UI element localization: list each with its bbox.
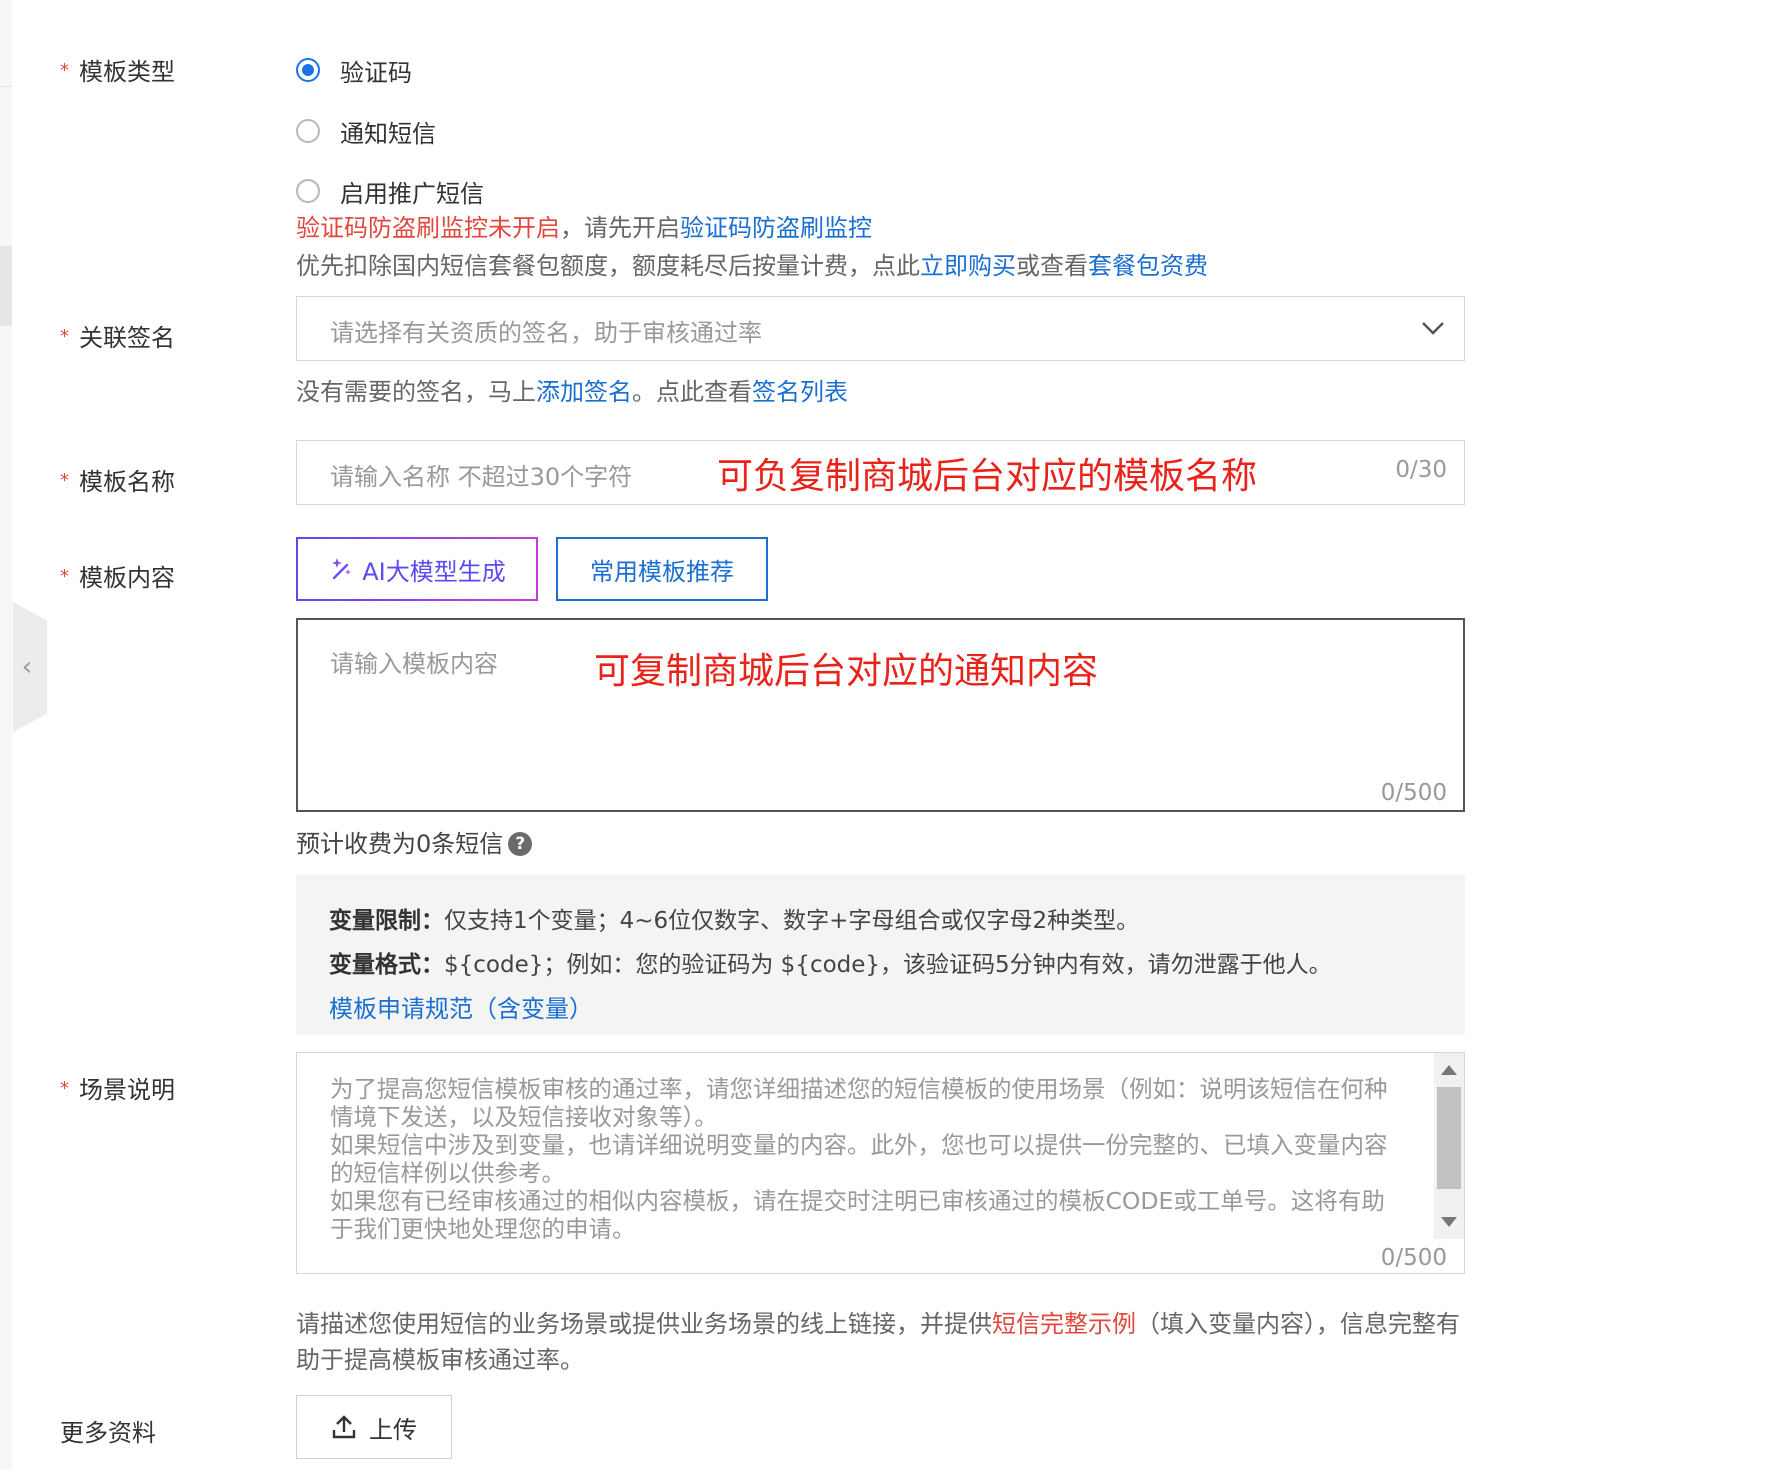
recommend-template-button[interactable]: 常用模板推荐 [556, 537, 768, 601]
sparkle-icon [332, 558, 352, 580]
signature-list-link[interactable]: 签名列表 [752, 378, 848, 406]
radio-unchecked-icon [296, 119, 320, 143]
signature-label: * 关联签名 [60, 324, 175, 352]
template-name-input[interactable]: 请输入名称 不超过30个字符 可负复制商城后台对应的模板名称 0/30 [296, 440, 1465, 505]
template-name-counter: 0/30 [1395, 457, 1447, 483]
anti-fraud-warning: 验证码防盗刷监控未开启，请先开启验证码防盗刷监控 [296, 214, 872, 242]
signature-hint: 没有需要的签名，马上添加签名。点此查看签名列表 [296, 378, 848, 406]
fee-estimate: 预计收费为0条短信 ? [296, 826, 533, 862]
enable-monitoring-link[interactable]: 验证码防盗刷监控 [680, 214, 872, 242]
scene-counter: 0/500 [1380, 1245, 1447, 1271]
template-type-radio-group: 验证码 通知短信 启用推广短信 [296, 50, 484, 211]
upload-button[interactable]: 上传 [296, 1395, 452, 1459]
template-content-textarea[interactable]: 请输入模板内容 可复制商城后台对应的通知内容 0/500 [296, 618, 1465, 812]
template-spec-link[interactable]: 模板申请规范（含变量） [329, 995, 593, 1023]
annotation-template-content: 可复制商城后台对应的通知内容 [594, 651, 1099, 692]
radio-unchecked-icon [296, 179, 320, 203]
radio-verification-code[interactable]: 验证码 [296, 50, 484, 90]
variable-format-line: 变量格式：${code}；例如：您的验证码为 ${code}，该验证码5分钟内有… [329, 952, 1332, 978]
left-edge-divider [0, 86, 12, 87]
template-type-label: * 模板类型 [60, 58, 175, 86]
collapse-sidebar-button[interactable]: ‹ [13, 602, 47, 732]
template-content-label: * 模板内容 [60, 564, 175, 592]
add-signature-link[interactable]: 添加签名 [536, 378, 632, 406]
left-scroll-indicator [0, 246, 12, 326]
billing-hint: 优先扣除国内短信套餐包额度，额度耗尽后按量计费，点此立即购买或查看套餐包资费 [296, 252, 1208, 280]
package-pricing-link[interactable]: 套餐包资费 [1088, 252, 1208, 280]
template-content-counter: 0/500 [1380, 780, 1447, 806]
chevron-left-icon: ‹ [21, 652, 33, 682]
signature-select[interactable]: 请选择有关资质的签名，助于审核通过率 [296, 296, 1465, 361]
template-name-label: * 模板名称 [60, 468, 175, 496]
upload-icon [332, 1415, 356, 1439]
ai-generate-button[interactable]: AI大模型生成 [296, 537, 538, 601]
scene-label: * 场景说明 [60, 1076, 175, 1104]
scroll-up-icon[interactable] [1441, 1065, 1457, 1075]
annotation-template-name: 可负复制商城后台对应的模板名称 [717, 456, 1258, 497]
scroll-down-icon[interactable] [1441, 1217, 1457, 1227]
buy-now-link[interactable]: 立即购买 [920, 252, 1016, 280]
radio-promotion-sms[interactable]: 启用推广短信 [296, 171, 484, 211]
variable-rules-panel: 变量限制：仅支持1个变量；4~6位仅数字、数字+字母组合或仅字母2种类型。 变量… [296, 875, 1465, 1035]
scrollbar[interactable] [1434, 1053, 1464, 1239]
scrollbar-thumb[interactable] [1437, 1087, 1461, 1189]
scene-textarea[interactable]: 为了提高您短信模板审核的通过率，请您详细描述您的短信模板的使用场景（例如：说明该… [296, 1052, 1465, 1274]
help-icon[interactable]: ? [508, 832, 533, 856]
scene-hint: 请描述您使用短信的业务场景或提供业务场景的线上链接，并提供短信完整示例（填入变量… [296, 1310, 1460, 1374]
variable-limit-line: 变量限制：仅支持1个变量；4~6位仅数字、数字+字母组合或仅字母2种类型。 [329, 908, 1140, 934]
radio-notification-sms[interactable]: 通知短信 [296, 111, 484, 151]
left-edge [0, 0, 12, 1470]
radio-checked-icon [296, 58, 320, 82]
chevron-down-icon [1422, 322, 1444, 335]
more-info-label: 更多资料 [60, 1419, 156, 1447]
